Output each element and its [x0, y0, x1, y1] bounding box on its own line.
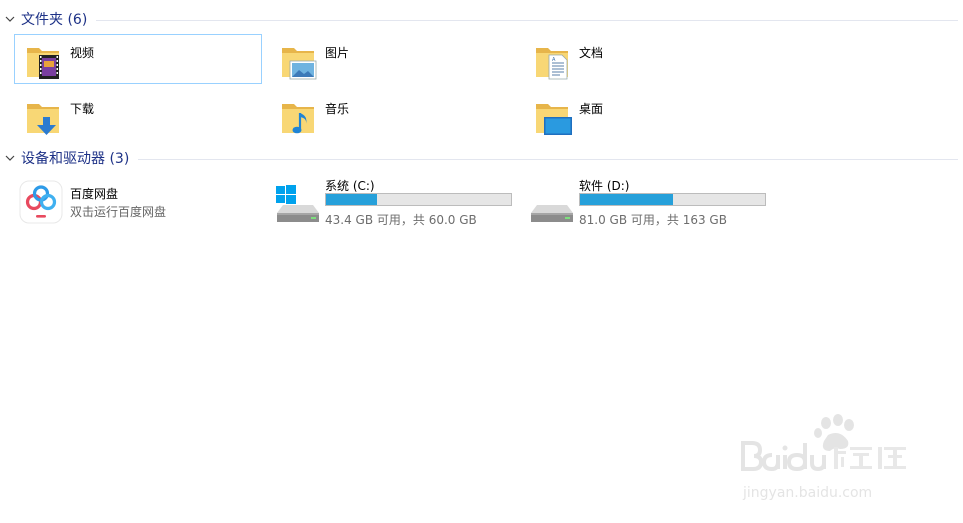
group-title: 设备和驱动器 (3) [21, 151, 130, 167]
folder-pictures[interactable]: 图片 [269, 34, 517, 84]
folder-label: 下载 [70, 102, 95, 116]
drive-space-text: 81.0 GB 可用，共 163 GB [579, 213, 727, 227]
pictures-folder-icon [278, 41, 318, 81]
baidu-netdisk-icon [19, 180, 63, 224]
folder-desktop[interactable]: 桌面 [523, 90, 771, 140]
group-divider [96, 19, 958, 21]
drive-usage-bar [325, 193, 512, 206]
videos-folder-icon [23, 41, 63, 81]
folder-label: 视频 [70, 46, 95, 60]
windows-drive-icon [275, 185, 321, 225]
folder-videos[interactable]: 视频 [14, 34, 262, 84]
desktop-folder-icon [532, 97, 572, 137]
folder-label: 音乐 [325, 102, 350, 116]
drive-usage-bar [579, 193, 766, 206]
documents-folder-icon: A [532, 41, 572, 81]
folder-label: 桌面 [579, 102, 604, 116]
drive-usage-fill [580, 194, 674, 205]
folder-music[interactable]: 音乐 [269, 90, 517, 140]
drive-space-text: 43.4 GB 可用，共 60.0 GB [325, 213, 477, 227]
group-divider [138, 158, 958, 160]
folder-label: 图片 [325, 46, 350, 60]
svg-text:jingyan.baidu.com: jingyan.baidu.com [742, 485, 872, 501]
drive-usage-fill [326, 194, 378, 205]
chevron-down-icon[interactable] [4, 13, 16, 25]
drive-c[interactable]: 系统 (C:) 43.4 GB 可用，共 60.0 GB [275, 177, 525, 227]
group-title: 文件夹 (6) [21, 12, 88, 28]
drive-d[interactable]: 软件 (D:) 81.0 GB 可用，共 163 GB [529, 177, 779, 227]
folder-label: 文档 [579, 46, 604, 60]
hard-drive-icon [529, 185, 575, 225]
devices-group-header[interactable]: 设备和驱动器 (3) [0, 148, 958, 168]
folder-downloads[interactable]: 下载 [14, 90, 262, 140]
baidu-jingyan-watermark-logo: jingyan.baidu.com [738, 413, 913, 503]
baidu-netdisk-item[interactable]: 百度网盘 双击运行百度网盘 [14, 174, 262, 228]
music-folder-icon [278, 97, 318, 137]
folder-documents[interactable]: A 文档 [523, 34, 771, 84]
baidu-netdisk-label: 百度网盘 [70, 187, 119, 201]
chevron-down-icon[interactable] [4, 152, 16, 164]
downloads-folder-icon [23, 97, 63, 137]
svg-text:A: A [552, 57, 556, 63]
baidu-netdisk-sublabel: 双击运行百度网盘 [70, 205, 167, 219]
folders-group-header[interactable]: 文件夹 (6) [0, 9, 958, 29]
drive-label: 系统 (C:) [325, 179, 375, 193]
drive-label: 软件 (D:) [579, 179, 630, 193]
